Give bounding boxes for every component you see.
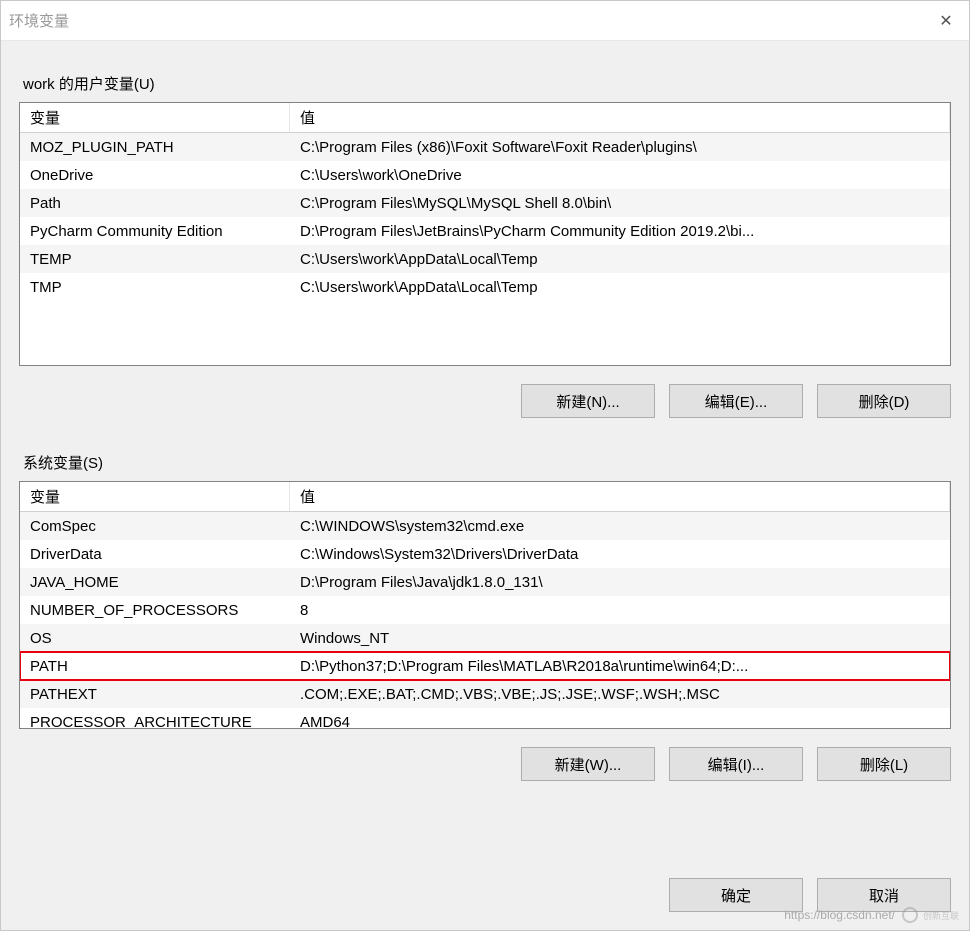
system-vars-body[interactable]: ComSpecC:\WINDOWS\system32\cmd.exeDriver… bbox=[20, 512, 950, 728]
window-title: 环境变量 bbox=[9, 10, 69, 31]
user-vars-body[interactable]: MOZ_PLUGIN_PATHC:\Program Files (x86)\Fo… bbox=[20, 133, 950, 365]
user-vars-header: 变量 值 bbox=[20, 103, 950, 133]
user-new-button[interactable]: 新建(N)... bbox=[521, 384, 655, 418]
col-header-name[interactable]: 变量 bbox=[20, 103, 290, 132]
system-vars-listview[interactable]: 变量 值 ComSpecC:\WINDOWS\system32\cmd.exeD… bbox=[19, 481, 951, 729]
dialog-footer-buttons: 确定 取消 bbox=[19, 878, 951, 912]
sys-new-button[interactable]: 新建(W)... bbox=[521, 747, 655, 781]
cell-var-name: OneDrive bbox=[20, 164, 290, 187]
table-row[interactable]: TMPC:\Users\work\AppData\Local\Temp bbox=[20, 273, 950, 301]
cell-var-value: D:\Program Files\JetBrains\PyCharm Commu… bbox=[290, 220, 950, 243]
user-vars-buttons: 新建(N)... 编辑(E)... 删除(D) bbox=[19, 384, 951, 418]
system-vars-buttons: 新建(W)... 编辑(I)... 删除(L) bbox=[19, 747, 951, 781]
table-row[interactable]: MOZ_PLUGIN_PATHC:\Program Files (x86)\Fo… bbox=[20, 133, 950, 161]
table-row[interactable]: PATHEXT.COM;.EXE;.BAT;.CMD;.VBS;.VBE;.JS… bbox=[20, 680, 950, 708]
cell-var-value: AMD64 bbox=[290, 711, 950, 729]
cell-var-value: C:\Program Files (x86)\Foxit Software\Fo… bbox=[290, 136, 950, 159]
cell-var-value: C:\Program Files\MySQL\MySQL Shell 8.0\b… bbox=[290, 192, 950, 215]
cell-var-name: Path bbox=[20, 192, 290, 215]
cell-var-name: PyCharm Community Edition bbox=[20, 220, 290, 243]
system-vars-label: 系统变量(S) bbox=[23, 452, 951, 473]
table-row[interactable]: PathC:\Program Files\MySQL\MySQL Shell 8… bbox=[20, 189, 950, 217]
table-row[interactable]: PATHD:\Python37;D:\Program Files\MATLAB\… bbox=[20, 652, 950, 680]
close-button[interactable]: ✕ bbox=[923, 1, 969, 41]
sys-delete-button[interactable]: 删除(L) bbox=[817, 747, 951, 781]
col-header-value[interactable]: 值 bbox=[290, 103, 950, 132]
cell-var-name: PATHEXT bbox=[20, 683, 290, 706]
table-row[interactable]: NUMBER_OF_PROCESSORS8 bbox=[20, 596, 950, 624]
table-row[interactable]: OSWindows_NT bbox=[20, 624, 950, 652]
cell-var-name: ComSpec bbox=[20, 515, 290, 538]
env-vars-dialog: 环境变量 ✕ work 的用户变量(U) 变量 值 MOZ_PLUGIN_PAT… bbox=[0, 0, 970, 931]
cell-var-value: D:\Python37;D:\Program Files\MATLAB\R201… bbox=[290, 655, 950, 678]
table-row[interactable]: ComSpecC:\WINDOWS\system32\cmd.exe bbox=[20, 512, 950, 540]
cell-var-name: DriverData bbox=[20, 543, 290, 566]
titlebar: 环境变量 ✕ bbox=[1, 1, 969, 41]
cell-var-value: C:\Users\work\OneDrive bbox=[290, 164, 950, 187]
cell-var-value: 8 bbox=[290, 599, 950, 622]
user-vars-listview[interactable]: 变量 值 MOZ_PLUGIN_PATHC:\Program Files (x8… bbox=[19, 102, 951, 366]
cell-var-value: Windows_NT bbox=[290, 627, 950, 650]
cell-var-name: OS bbox=[20, 627, 290, 650]
cancel-button[interactable]: 取消 bbox=[817, 878, 951, 912]
ok-button[interactable]: 确定 bbox=[669, 878, 803, 912]
system-vars-header: 变量 值 bbox=[20, 482, 950, 512]
cell-var-name: TMP bbox=[20, 276, 290, 299]
cell-var-value: C:\WINDOWS\system32\cmd.exe bbox=[290, 515, 950, 538]
cell-var-value: D:\Program Files\Java\jdk1.8.0_131\ bbox=[290, 571, 950, 594]
col-header-value[interactable]: 值 bbox=[290, 482, 950, 511]
cell-var-value: .COM;.EXE;.BAT;.CMD;.VBS;.VBE;.JS;.JSE;.… bbox=[290, 683, 950, 706]
cell-var-name: PATH bbox=[20, 655, 290, 678]
cell-var-value: C:\Users\work\AppData\Local\Temp bbox=[290, 248, 950, 271]
close-icon: ✕ bbox=[939, 11, 952, 31]
user-edit-button[interactable]: 编辑(E)... bbox=[669, 384, 803, 418]
table-row[interactable]: JAVA_HOMED:\Program Files\Java\jdk1.8.0_… bbox=[20, 568, 950, 596]
table-row[interactable]: OneDriveC:\Users\work\OneDrive bbox=[20, 161, 950, 189]
cell-var-value: C:\Users\work\AppData\Local\Temp bbox=[290, 276, 950, 299]
cell-var-name: PROCESSOR_ARCHITECTURE bbox=[20, 711, 290, 729]
user-delete-button[interactable]: 删除(D) bbox=[817, 384, 951, 418]
table-row[interactable]: PROCESSOR_ARCHITECTUREAMD64 bbox=[20, 708, 950, 728]
table-row[interactable]: TEMPC:\Users\work\AppData\Local\Temp bbox=[20, 245, 950, 273]
col-header-name[interactable]: 变量 bbox=[20, 482, 290, 511]
sys-edit-button[interactable]: 编辑(I)... bbox=[669, 747, 803, 781]
cell-var-name: MOZ_PLUGIN_PATH bbox=[20, 136, 290, 159]
cell-var-value: C:\Windows\System32\Drivers\DriverData bbox=[290, 543, 950, 566]
table-row[interactable]: PyCharm Community EditionD:\Program File… bbox=[20, 217, 950, 245]
dialog-content: work 的用户变量(U) 变量 值 MOZ_PLUGIN_PATHC:\Pro… bbox=[1, 41, 969, 930]
user-vars-label: work 的用户变量(U) bbox=[23, 73, 951, 94]
cell-var-name: JAVA_HOME bbox=[20, 571, 290, 594]
cell-var-name: NUMBER_OF_PROCESSORS bbox=[20, 599, 290, 622]
cell-var-name: TEMP bbox=[20, 248, 290, 271]
table-row[interactable]: DriverDataC:\Windows\System32\Drivers\Dr… bbox=[20, 540, 950, 568]
